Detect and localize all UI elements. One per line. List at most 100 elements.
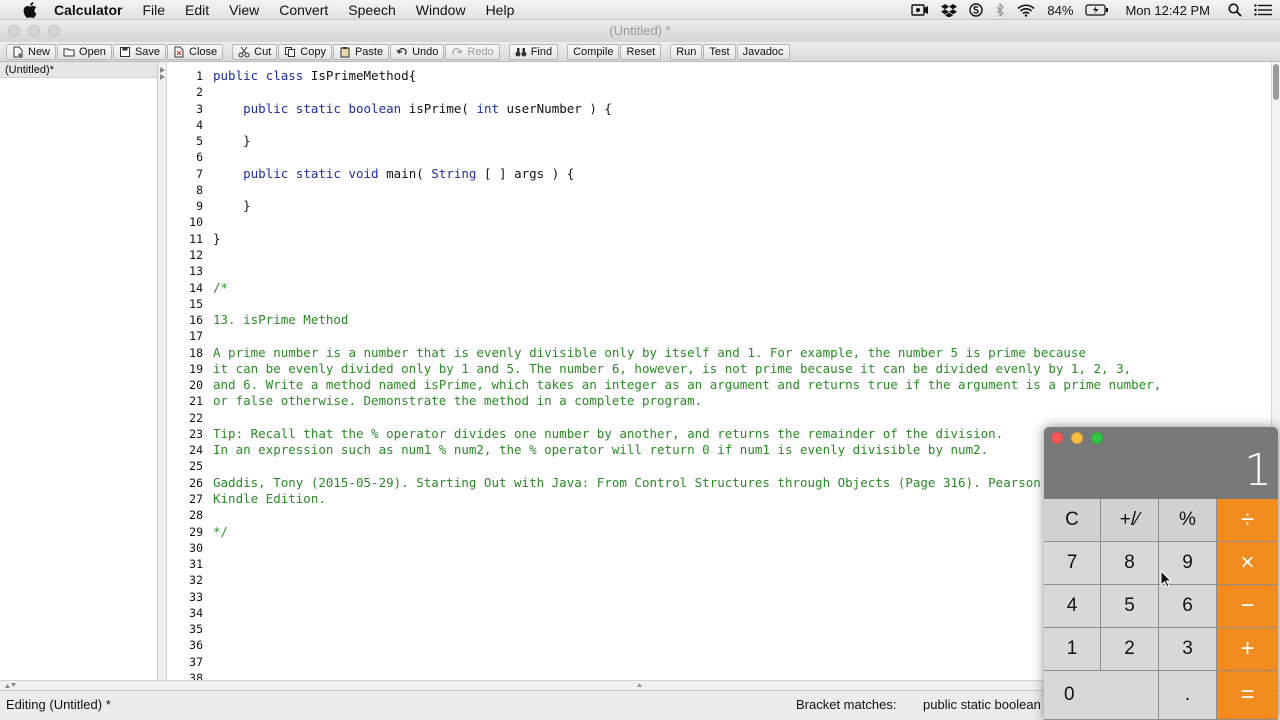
screen-record-icon[interactable] — [905, 0, 935, 20]
window-controls — [8, 25, 60, 37]
test-button[interactable]: Test — [703, 43, 736, 60]
new-label: New — [28, 45, 51, 58]
menu-help[interactable]: Help — [476, 0, 525, 20]
digit-3-key[interactable]: 3 — [1159, 628, 1217, 671]
new-button[interactable]: New — [6, 43, 57, 60]
menu-app-name[interactable]: Calculator — [44, 0, 132, 20]
notification-center-icon[interactable] — [1248, 0, 1280, 20]
line-number: 21 — [189, 394, 203, 409]
paste-button[interactable]: Paste — [332, 43, 390, 60]
close-button[interactable]: Close — [167, 43, 224, 60]
code-line[interactable]: Tip: Recall that the % operator divides … — [213, 426, 1003, 441]
digit-2-key[interactable]: 2 — [1101, 628, 1159, 671]
reset-label: Reset — [626, 45, 656, 58]
code-line[interactable]: */ — [213, 524, 228, 539]
line-number: 34 — [189, 605, 203, 620]
compile-button[interactable]: Compile — [567, 43, 620, 60]
divide-key[interactable]: ÷ — [1217, 499, 1278, 542]
line-number-gutter: 1 2 3 4 5 6 7 8 9 10 11 12 13 14 15 16 17 18 19 20 21 22 23 24 2… — [167, 62, 207, 685]
code-line[interactable]: } — [213, 198, 251, 213]
dropbox-icon[interactable] — [935, 0, 963, 20]
new-file-icon — [13, 46, 23, 57]
code-line[interactable]: and 6. Write a method named isPrime, whi… — [213, 377, 1161, 392]
calculator-close-button[interactable] — [1051, 432, 1063, 444]
find-label: Find — [530, 45, 553, 58]
digit-5-key[interactable]: 5 — [1101, 585, 1159, 628]
cut-label: Cut — [254, 45, 272, 58]
sign-key[interactable]: +/∕ — [1101, 499, 1159, 542]
code-line[interactable]: } — [213, 231, 221, 246]
code-line[interactable]: or false otherwise. Demonstrate the meth… — [213, 393, 702, 408]
line-number: 11 — [189, 231, 203, 246]
open-button[interactable]: Open — [57, 43, 112, 60]
clock[interactable]: Mon 12:42 PM — [1115, 0, 1216, 20]
menu-view[interactable]: View — [219, 0, 269, 20]
code-line[interactable]: 13. isPrime Method — [213, 312, 348, 327]
subtract-key[interactable]: − — [1217, 585, 1278, 628]
reset-button[interactable]: Reset — [620, 43, 662, 60]
spotlight-search-icon[interactable] — [1216, 0, 1248, 20]
menu-convert[interactable]: Convert — [269, 0, 338, 20]
calculator-display: 1 — [1244, 445, 1272, 496]
zoom-window-button[interactable] — [48, 25, 60, 37]
code-line[interactable]: public static boolean isPrime( int userN… — [213, 101, 612, 116]
calculator-zoom-button[interactable] — [1091, 432, 1103, 444]
line-number: 27 — [189, 492, 203, 507]
apple-menu-icon[interactable] — [20, 1, 40, 18]
code-line[interactable]: public static void main( String [ ] args… — [213, 166, 574, 181]
window-title: (Untitled) * — [609, 23, 671, 38]
clear-key[interactable]: C — [1044, 499, 1101, 542]
bluetooth-icon[interactable] — [989, 0, 1011, 20]
code-line[interactable]: A prime number is a number that is evenl… — [213, 345, 1086, 360]
wifi-icon[interactable] — [1011, 0, 1041, 20]
redo-icon — [452, 47, 463, 55]
file-list-item[interactable]: (Untitled)* — [0, 62, 157, 78]
battery-icon[interactable] — [1079, 0, 1115, 20]
close-window-button[interactable] — [8, 25, 20, 37]
line-number: 9 — [196, 199, 203, 214]
keyword-token: int — [476, 100, 500, 116]
run-button[interactable]: Run — [670, 43, 703, 60]
redo-button[interactable]: Redo — [445, 43, 500, 60]
equals-key[interactable]: = — [1217, 671, 1278, 720]
digit-1-key[interactable]: 1 — [1044, 628, 1101, 671]
save-icon — [119, 46, 130, 57]
cut-button[interactable]: Cut — [232, 43, 278, 60]
minimize-window-button[interactable] — [28, 25, 40, 37]
scroll-arrows-icon — [5, 683, 16, 688]
digit-7-key[interactable]: 7 — [1044, 542, 1101, 585]
line-number: 37 — [189, 654, 203, 669]
line-number: 29 — [189, 524, 203, 539]
add-key[interactable]: + — [1217, 628, 1278, 671]
digit-4-key[interactable]: 4 — [1044, 585, 1101, 628]
menu-edit[interactable]: Edit — [175, 0, 219, 20]
code-line[interactable]: Kindle Edition. — [213, 491, 326, 506]
percent-key[interactable]: % — [1159, 499, 1217, 542]
find-button[interactable]: Find — [508, 43, 559, 60]
undo-button[interactable]: Undo — [390, 43, 445, 60]
menu-window[interactable]: Window — [406, 0, 476, 20]
code-line[interactable]: /* — [213, 280, 228, 295]
digit-6-key[interactable]: 6 — [1159, 585, 1217, 628]
skype-icon[interactable] — [963, 0, 989, 20]
code-line[interactable]: In an expression such as num1 % num2, th… — [213, 442, 988, 457]
javadoc-button[interactable]: Javadoc — [736, 43, 790, 60]
menu-speech[interactable]: Speech — [338, 0, 405, 20]
save-button[interactable]: Save — [112, 43, 167, 60]
multiply-key[interactable]: × — [1217, 542, 1278, 585]
digit-8-key[interactable]: 8 — [1101, 542, 1159, 585]
code-line[interactable]: } — [213, 133, 251, 148]
code-line[interactable]: it can be evenly divided only by 1 and 5… — [213, 361, 1131, 376]
split-handle-icon[interactable] — [636, 682, 643, 689]
digit-0-key[interactable]: 0 — [1044, 671, 1159, 720]
menu-file[interactable]: File — [132, 0, 175, 20]
scrollbar-thumb[interactable] — [1273, 64, 1279, 100]
code-line[interactable]: public class IsPrimeMethod{ — [213, 68, 416, 83]
battery-percent: 84% — [1047, 2, 1074, 18]
calculator-window-controls — [1051, 432, 1103, 444]
calculator-minimize-button[interactable] — [1071, 432, 1083, 444]
keyword-token: boolean — [348, 100, 402, 116]
copy-button[interactable]: Copy — [278, 43, 332, 60]
files-panel-scrollbar[interactable] — [158, 62, 167, 680]
decimal-key[interactable]: . — [1159, 671, 1217, 720]
